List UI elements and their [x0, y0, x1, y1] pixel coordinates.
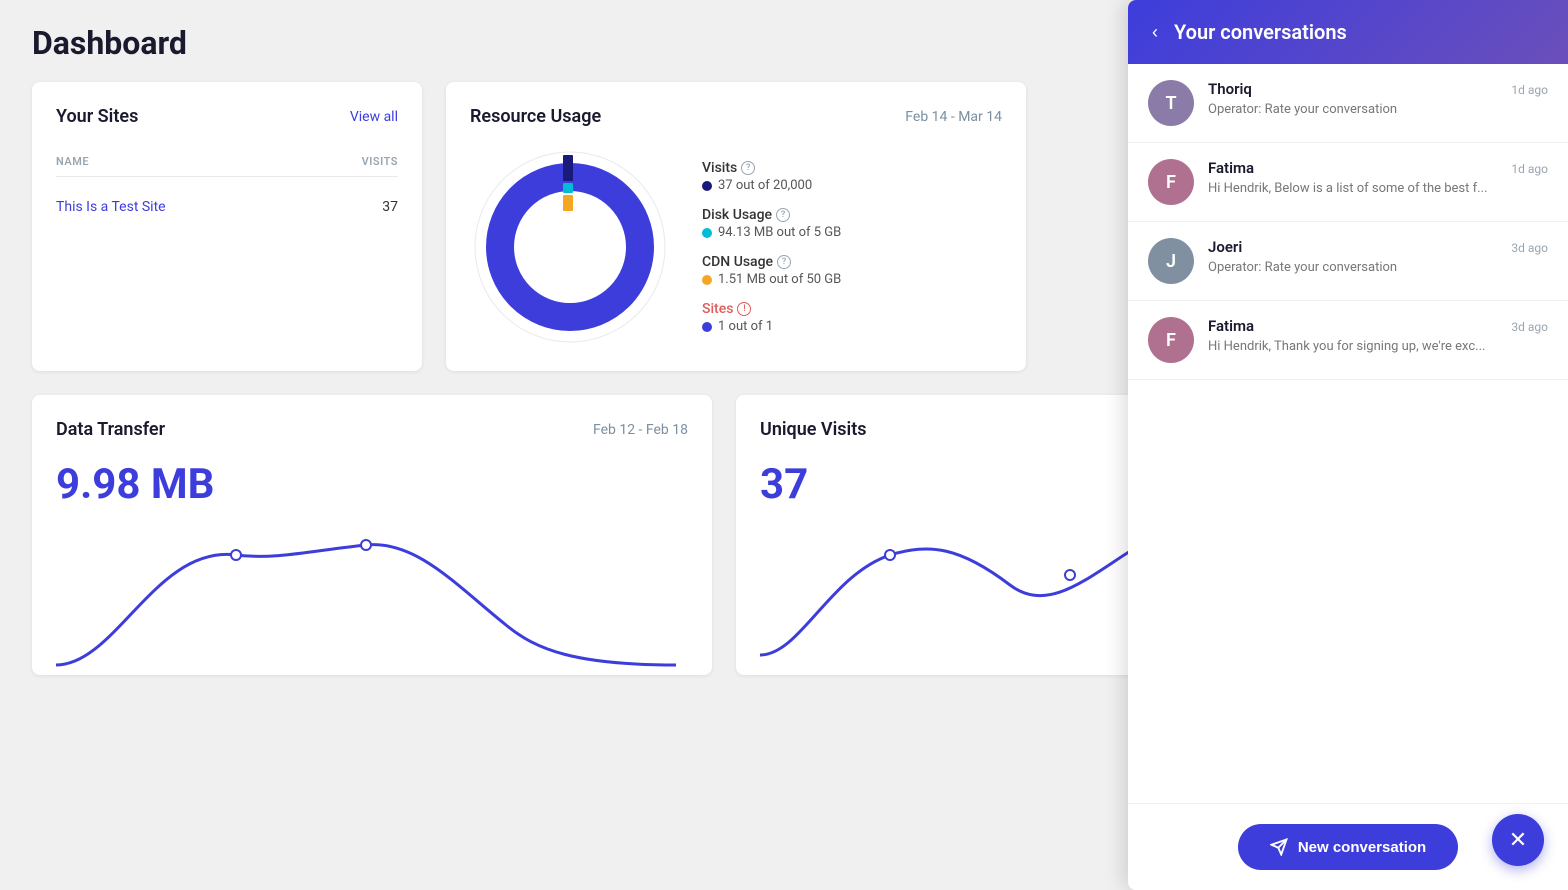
disk-dot [702, 228, 712, 238]
data-transfer-header: Data Transfer Feb 12 - Feb 18 [56, 419, 688, 440]
data-transfer-title: Data Transfer [56, 419, 165, 440]
stat-visits-label: Visits ? [702, 160, 841, 176]
avatar-thoriq: T [1148, 80, 1194, 126]
your-sites-title: Your Sites [56, 106, 138, 127]
conv-time-fatima-2: 3d ago [1511, 320, 1548, 334]
conv-content-fatima-1: Fatima 1d ago Hi Hendrik, Below is a lis… [1208, 159, 1548, 196]
stat-visits-value: 37 out of 20,000 [702, 178, 841, 193]
conv-content-fatima-2: Fatima 3d ago Hi Hendrik, Thank you for … [1208, 317, 1548, 354]
conv-content-joeri: Joeri 3d ago Operator: Rate your convers… [1208, 238, 1548, 275]
data-transfer-value: 9.98 MB [56, 460, 688, 509]
conv-preview-joeri: Operator: Rate your conversation [1208, 260, 1548, 275]
conv-time-fatima-1: 1d ago [1511, 162, 1548, 176]
resource-usage-date: Feb 14 - Mar 14 [905, 109, 1002, 125]
col-name-header: NAME [56, 155, 89, 168]
data-transfer-card: Data Transfer Feb 12 - Feb 18 9.98 MB [32, 395, 712, 675]
resource-usage-title: Resource Usage [470, 106, 601, 127]
avatar-fatima-1: F [1148, 159, 1194, 205]
visits-help-icon[interactable]: ? [741, 161, 755, 175]
donut-chart [470, 147, 670, 347]
stat-visits: Visits ? 37 out of 20,000 [702, 160, 841, 193]
conv-name-fatima-2: Fatima [1208, 317, 1254, 335]
stat-disk-label: Disk Usage ? [702, 207, 841, 223]
conversation-item-thoriq[interactable]: T Thoriq 1d ago Operator: Rate your conv… [1128, 64, 1568, 143]
conversations-title: Your conversations [1174, 20, 1347, 44]
stat-disk: Disk Usage ? 94.13 MB out of 5 GB [702, 207, 841, 240]
conversation-item-fatima-2[interactable]: F Fatima 3d ago Hi Hendrik, Thank you fo… [1128, 301, 1568, 380]
table-row[interactable]: This Is a Test Site 37 [56, 189, 398, 225]
conv-name-fatima-1: Fatima [1208, 159, 1254, 177]
resource-stats: Visits ? 37 out of 20,000 Disk Usage ? [702, 160, 841, 334]
stat-sites: Sites ! 1 out of 1 [702, 301, 841, 334]
stat-cdn-label: CDN Usage ? [702, 254, 841, 270]
your-sites-header: Your Sites View all [56, 106, 398, 127]
transfer-chart-svg [56, 525, 676, 675]
conversation-item-fatima-1[interactable]: F Fatima 1d ago Hi Hendrik, Below is a l… [1128, 143, 1568, 222]
stat-cdn: CDN Usage ? 1.51 MB out of 50 GB [702, 254, 841, 287]
conversation-item-joeri[interactable]: J Joeri 3d ago Operator: Rate your conve… [1128, 222, 1568, 301]
data-transfer-chart [56, 525, 688, 675]
resource-inner: Visits ? 37 out of 20,000 Disk Usage ? [470, 147, 1002, 347]
col-visits-header: VISITS [362, 155, 398, 168]
unique-visits-title: Unique Visits [760, 419, 867, 440]
view-all-link[interactable]: View all [350, 109, 398, 125]
conv-name-joeri: Joeri [1208, 238, 1242, 256]
sites-table-header: NAME VISITS [56, 147, 398, 177]
conv-content-thoriq: Thoriq 1d ago Operator: Rate your conver… [1208, 80, 1548, 117]
site-visits: 37 [382, 199, 398, 215]
data-transfer-date: Feb 12 - Feb 18 [593, 422, 688, 438]
conversations-list: T Thoriq 1d ago Operator: Rate your conv… [1128, 64, 1568, 803]
conv-name-thoriq: Thoriq [1208, 80, 1252, 98]
close-panel-button[interactable]: ✕ [1492, 814, 1544, 866]
send-icon [1270, 838, 1288, 856]
your-sites-card: Your Sites View all NAME VISITS This Is … [32, 82, 422, 371]
conv-preview-thoriq: Operator: Rate your conversation [1208, 102, 1548, 117]
avatar-fatima-2: F [1148, 317, 1194, 363]
conversations-panel: ‹ Your conversations T Thoriq 1d ago Ope… [1128, 0, 1568, 890]
visits-chart-svg [760, 525, 1160, 675]
donut-svg [470, 147, 670, 347]
sites-dot [702, 322, 712, 332]
stat-disk-value: 94.13 MB out of 5 GB [702, 225, 841, 240]
avatar-joeri: J [1148, 238, 1194, 284]
stat-sites-label: Sites ! [702, 301, 841, 317]
conversations-back-button[interactable]: ‹ [1152, 23, 1158, 41]
conv-preview-fatima-2: Hi Hendrik, Thank you for signing up, we… [1208, 339, 1548, 354]
conv-time-thoriq: 1d ago [1511, 83, 1548, 97]
stat-sites-value: 1 out of 1 [702, 319, 841, 334]
disk-help-icon[interactable]: ? [776, 208, 790, 222]
conversations-header: ‹ Your conversations [1128, 0, 1568, 64]
resource-usage-card: Resource Usage Feb 14 - Mar 14 [446, 82, 1026, 371]
conv-time-joeri: 3d ago [1511, 241, 1548, 255]
sites-help-icon[interactable]: ! [737, 302, 751, 316]
cdn-help-icon[interactable]: ? [777, 255, 791, 269]
conv-preview-fatima-1: Hi Hendrik, Below is a list of some of t… [1208, 181, 1548, 196]
site-name-link[interactable]: This Is a Test Site [56, 199, 166, 215]
new-conversation-button[interactable]: New conversation [1238, 824, 1458, 870]
stat-cdn-value: 1.51 MB out of 50 GB [702, 272, 841, 287]
visits-dot [702, 181, 712, 191]
new-conversation-label: New conversation [1298, 839, 1426, 856]
resource-usage-header: Resource Usage Feb 14 - Mar 14 [470, 106, 1002, 127]
cdn-dot [702, 275, 712, 285]
